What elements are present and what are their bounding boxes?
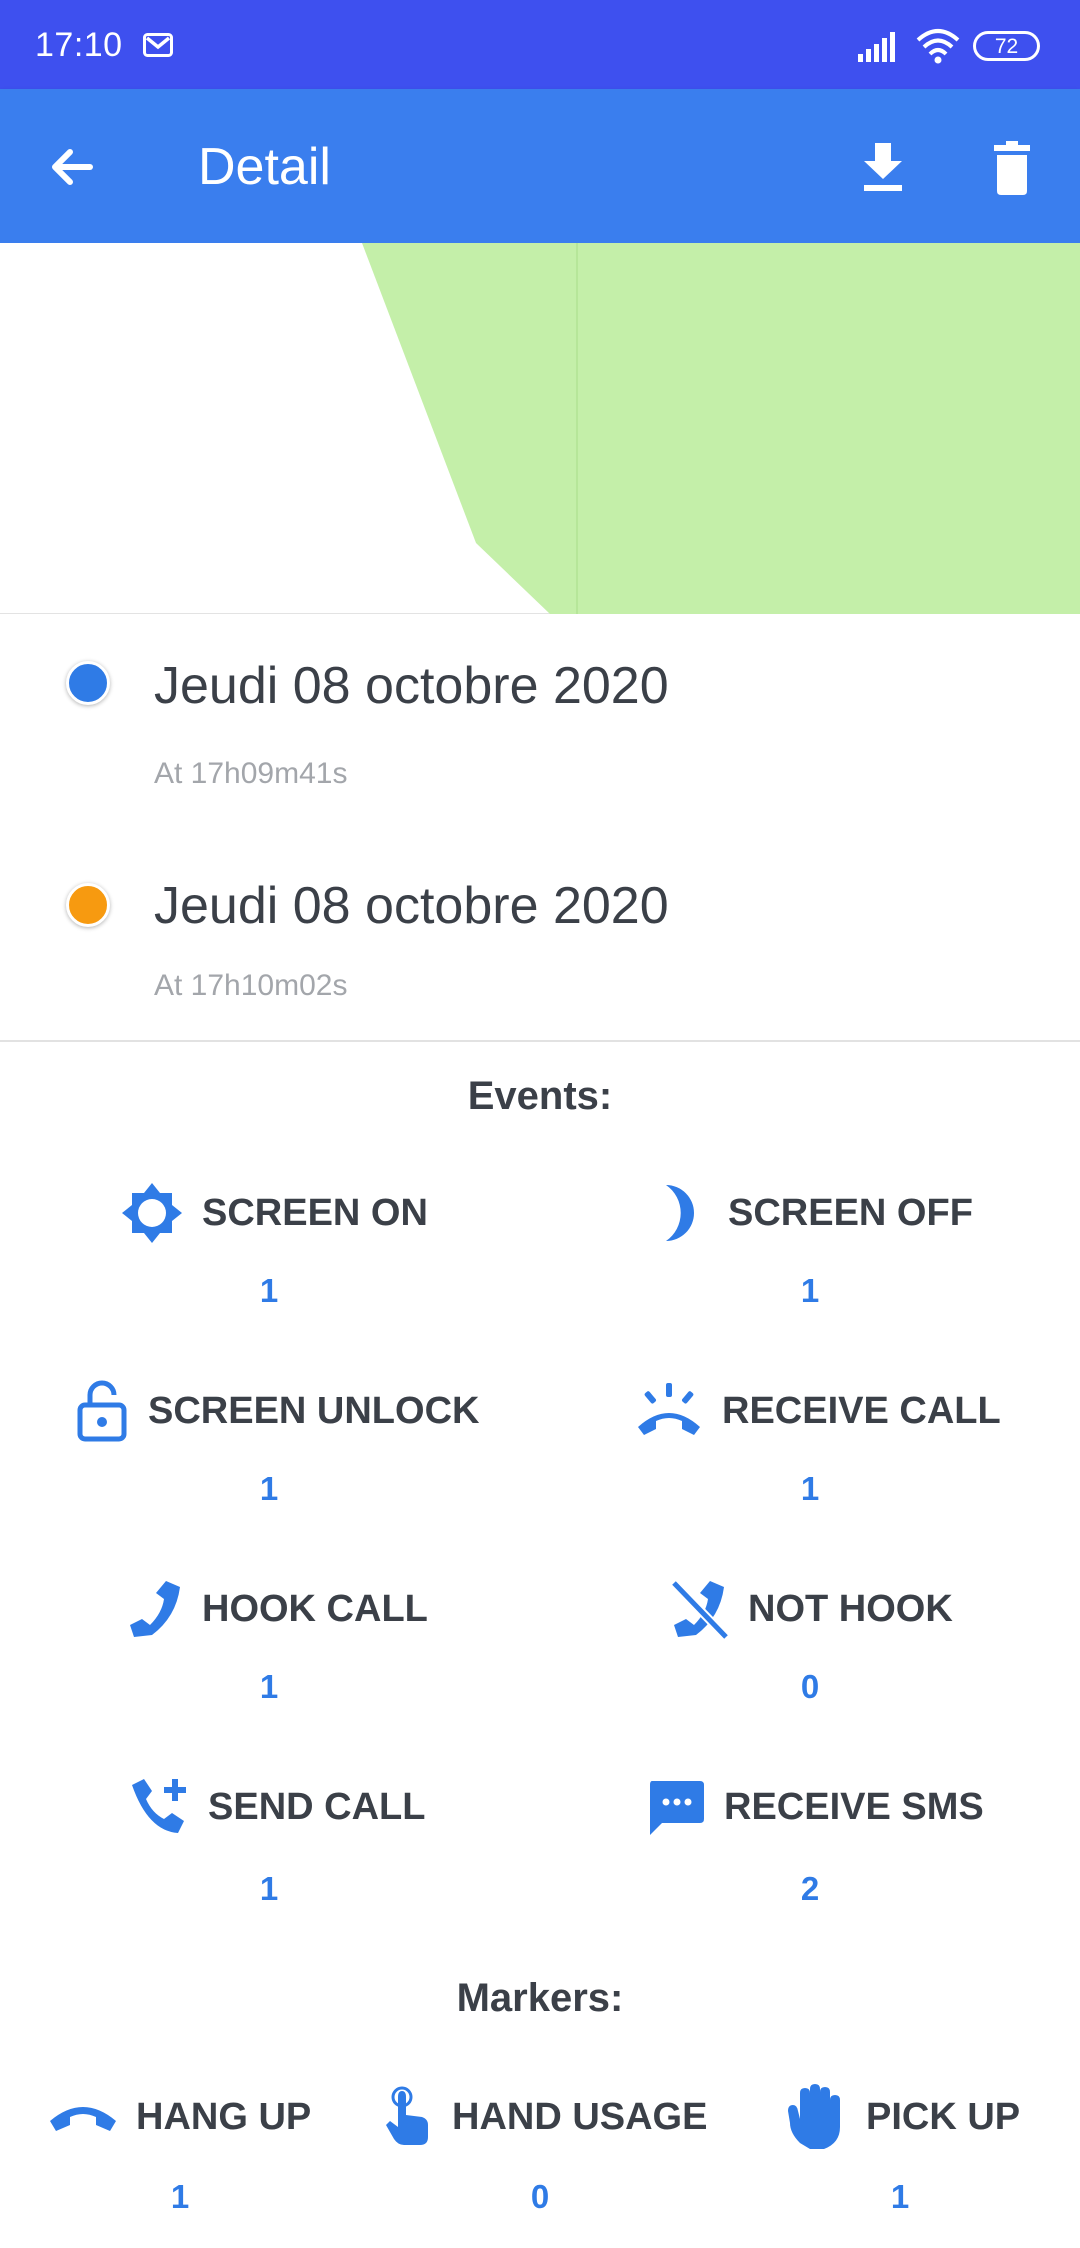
event-send-call: SEND CALL [128, 1772, 425, 1842]
palm-hand-icon [788, 2084, 840, 2149]
battery-level: 72 [994, 34, 1019, 58]
marker-hand-usage: HAND USAGE [382, 2082, 707, 2152]
event-count: 1 [800, 1470, 820, 1507]
event-label: RECEIVE SMS [724, 1785, 984, 1828]
event-count: 1 [259, 1272, 279, 1309]
marker-hang-up: HANG UP [48, 2082, 311, 2152]
marker-pick-up: PICK UP [784, 2082, 1020, 2152]
brightness-icon [122, 1183, 182, 1243]
event-not-hook: NOT HOOK [670, 1574, 953, 1644]
back-button[interactable] [40, 133, 110, 203]
trash-icon [994, 141, 1030, 195]
marker-label: PICK UP [866, 2095, 1021, 2138]
event-count: 0 [800, 1668, 820, 1705]
timeline-start-date: Jeudi 08 octobre 2020 [154, 657, 669, 715]
download-icon [864, 143, 902, 191]
mail-icon [143, 33, 173, 57]
events-title: Events: [467, 1074, 613, 1118]
event-screen-on: SCREEN ON [120, 1178, 428, 1248]
delete-button[interactable] [980, 133, 1050, 203]
markers-title: Markers: [456, 1976, 624, 2020]
event-count: 1 [259, 1470, 279, 1507]
timeline-start-time: At 17h09m41s [154, 757, 348, 790]
battery-icon: 72 [973, 31, 1040, 61]
event-label: NOT HOOK [748, 1587, 953, 1630]
map-view[interactable] [0, 243, 1080, 614]
event-label: SCREEN OFF [728, 1191, 973, 1234]
timeline-end-date: Jeudi 08 octobre 2020 [154, 877, 669, 935]
event-label: SCREEN UNLOCK [148, 1389, 480, 1432]
timeline-start-dot [66, 661, 110, 705]
divider [0, 1040, 1080, 1042]
status-bar: 17:10 72 [0, 0, 1080, 89]
ringing-phone-icon [638, 1383, 700, 1435]
page-title: Detail [198, 138, 331, 196]
timeline-end-time: At 17h10m02s [154, 969, 348, 1002]
event-receive-sms: RECEIVE SMS [646, 1772, 984, 1842]
back-arrow-icon [52, 149, 93, 185]
event-label: SCREEN ON [202, 1191, 428, 1234]
event-receive-call: RECEIVE CALL [634, 1376, 1001, 1446]
map-area-shape [362, 243, 1080, 614]
event-hook-call: HOOK CALL [126, 1574, 428, 1644]
wifi-icon [916, 28, 960, 64]
marker-label: HAND USAGE [452, 2095, 708, 2138]
marker-count: 0 [530, 2178, 550, 2215]
phone-missed-icon [670, 1579, 730, 1641]
marker-count: 1 [170, 2178, 190, 2215]
app-bar: Detail [0, 89, 1080, 243]
event-label: RECEIVE CALL [722, 1389, 1001, 1432]
event-screen-unlock: SCREEN UNLOCK [74, 1376, 479, 1446]
marker-count: 1 [890, 2178, 910, 2215]
event-label: SEND CALL [208, 1785, 426, 1828]
timeline-end-dot [66, 883, 110, 927]
event-screen-off: SCREEN OFF [660, 1178, 973, 1248]
signal-icon [858, 30, 902, 62]
marker-label: HANG UP [136, 2095, 312, 2138]
phone-icon [130, 1581, 180, 1637]
status-time: 17:10 [35, 26, 123, 64]
download-button[interactable] [848, 133, 918, 203]
moon-icon [666, 1185, 694, 1241]
event-count: 1 [259, 1870, 279, 1907]
phone-add-icon [132, 1779, 186, 1833]
sms-icon [650, 1781, 704, 1835]
unlock-icon [77, 1380, 127, 1442]
hang-up-icon [50, 2107, 116, 2131]
event-label: HOOK CALL [202, 1587, 428, 1630]
event-count: 1 [800, 1272, 820, 1309]
event-count: 2 [800, 1870, 820, 1907]
event-count: 1 [259, 1668, 279, 1705]
touch-hand-icon [386, 2086, 428, 2145]
